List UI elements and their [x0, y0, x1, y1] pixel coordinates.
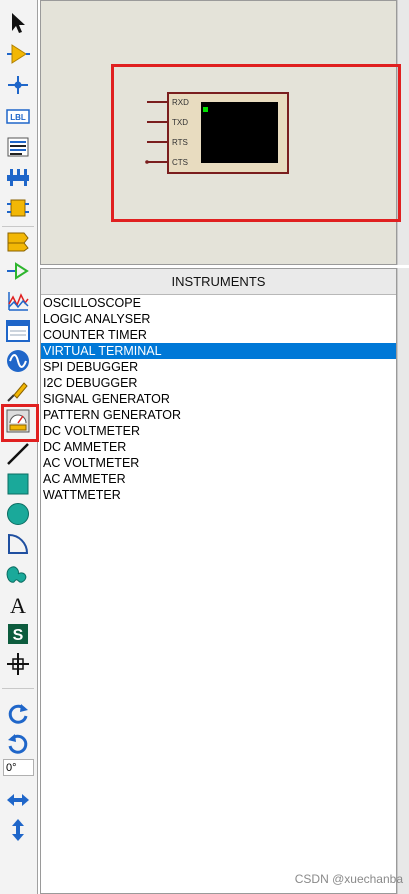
line-icon — [7, 443, 29, 465]
marker-icon — [7, 653, 29, 675]
terminals-tool-button[interactable] — [5, 228, 31, 254]
rotate-clockwise-button[interactable] — [5, 700, 31, 726]
rotation-angle-input[interactable]: 0° — [3, 759, 34, 776]
instruments-list: OSCILLOSCOPE LOGIC ANALYSER COUNTER TIMER V… — [41, 295, 396, 503]
instrument-item-spi-debugger[interactable]: SPI DEBUGGER — [41, 359, 396, 375]
probe-icon — [7, 382, 28, 402]
lbl-icon: LBL — [6, 109, 30, 124]
text-tool-button[interactable]: A — [5, 591, 31, 617]
instrument-item-virtual-terminal[interactable]: VIRTUAL TERMINAL — [41, 343, 396, 359]
box-icon — [7, 473, 29, 495]
junction-dot-tool-button[interactable] — [5, 72, 31, 98]
instruments-scrollbar[interactable] — [397, 268, 409, 894]
text-a-icon: A — [10, 593, 26, 616]
path-icon — [6, 566, 27, 583]
instruments-panel: INSTRUMENTS OSCILLOSCOPE LOGIC ANALYSER CO… — [40, 268, 397, 894]
tape-icon — [6, 320, 30, 342]
instrument-item-ac-ammeter[interactable]: AC AMMETER — [41, 471, 396, 487]
instruments-header: INSTRUMENTS — [41, 269, 396, 295]
box-tool-button[interactable] — [5, 471, 31, 497]
text-script-tool-button[interactable] — [5, 134, 31, 160]
graph-tool-button[interactable] — [5, 288, 31, 314]
subcircuit-icon — [7, 199, 29, 217]
closed-path-tool-button[interactable] — [5, 561, 31, 587]
watermark: CSDN @xuechanba — [294, 872, 403, 886]
mode-toolbar: LBL A S 0° — [0, 0, 38, 894]
instrument-item-wattmeter[interactable]: WATTMETER — [41, 487, 396, 503]
toolbar-separator — [2, 226, 34, 227]
junction-cross-icon — [8, 76, 28, 94]
instruments-tool-highlight-box — [1, 404, 39, 442]
component-triangle-icon — [7, 44, 30, 64]
flip-horizontal-icon — [7, 794, 29, 806]
preview-highlight-box — [111, 64, 401, 222]
instrument-item-counter-timer[interactable]: COUNTER TIMER — [41, 327, 396, 343]
instrument-item-ac-voltmeter[interactable]: AC VOLTMETER — [41, 455, 396, 471]
instrument-item-dc-ammeter[interactable]: DC AMMETER — [41, 439, 396, 455]
marker-tool-button[interactable] — [5, 651, 31, 677]
buses-tool-button[interactable] — [5, 164, 31, 190]
bus-icon — [7, 169, 29, 186]
rotate-anticlockwise-button[interactable] — [5, 730, 31, 756]
rotate-cw-icon — [8, 704, 28, 724]
text-a-glyph: A — [10, 593, 26, 616]
symbol-tool-button[interactable]: S — [5, 621, 31, 647]
lbl-text: LBL — [10, 113, 26, 122]
instrument-item-logic-analyser[interactable]: LOGIC ANALYSER — [41, 311, 396, 327]
component-tool-button[interactable] — [5, 41, 31, 67]
graph-icon — [8, 292, 29, 311]
voltage-probe-tool-button[interactable] — [5, 378, 31, 404]
generator-tool-button[interactable] — [5, 348, 31, 374]
toolbar-separator — [2, 688, 34, 689]
instrument-item-signal-generator[interactable]: SIGNAL GENERATOR — [41, 391, 396, 407]
wire-label-tool-button[interactable]: LBL — [5, 103, 31, 129]
instrument-item-pattern-generator[interactable]: PATTERN GENERATOR — [41, 407, 396, 423]
rotate-ccw-icon — [8, 734, 28, 754]
circle-tool-button[interactable] — [5, 501, 31, 527]
mirror-horizontal-button[interactable] — [5, 787, 31, 813]
arc-tool-button[interactable] — [5, 531, 31, 557]
subcircuit-tool-button[interactable] — [5, 195, 31, 221]
tape-recorder-tool-button[interactable] — [5, 318, 31, 344]
arc-icon — [8, 533, 29, 554]
terminal-icon — [7, 232, 29, 252]
mirror-vertical-button[interactable] — [5, 817, 31, 843]
pin-icon — [7, 262, 29, 280]
instrument-item-i2c-debugger[interactable]: I2C DEBUGGER — [41, 375, 396, 391]
instrument-item-oscilloscope[interactable]: OSCILLOSCOPE — [41, 295, 396, 311]
circle-icon — [7, 503, 29, 525]
instrument-item-dc-voltmeter[interactable]: DC VOLTMETER — [41, 423, 396, 439]
line-tool-button[interactable] — [5, 441, 31, 467]
device-pins-tool-button[interactable] — [5, 258, 31, 284]
selection-tool-button[interactable] — [5, 10, 31, 36]
flip-vertical-icon — [12, 819, 24, 841]
arrow-pointer-icon — [12, 13, 25, 33]
symbol-s-icon: S — [8, 624, 28, 644]
symbol-s-glyph: S — [13, 627, 24, 644]
sine-wave-icon — [7, 350, 29, 372]
text-lines-icon — [7, 137, 29, 157]
